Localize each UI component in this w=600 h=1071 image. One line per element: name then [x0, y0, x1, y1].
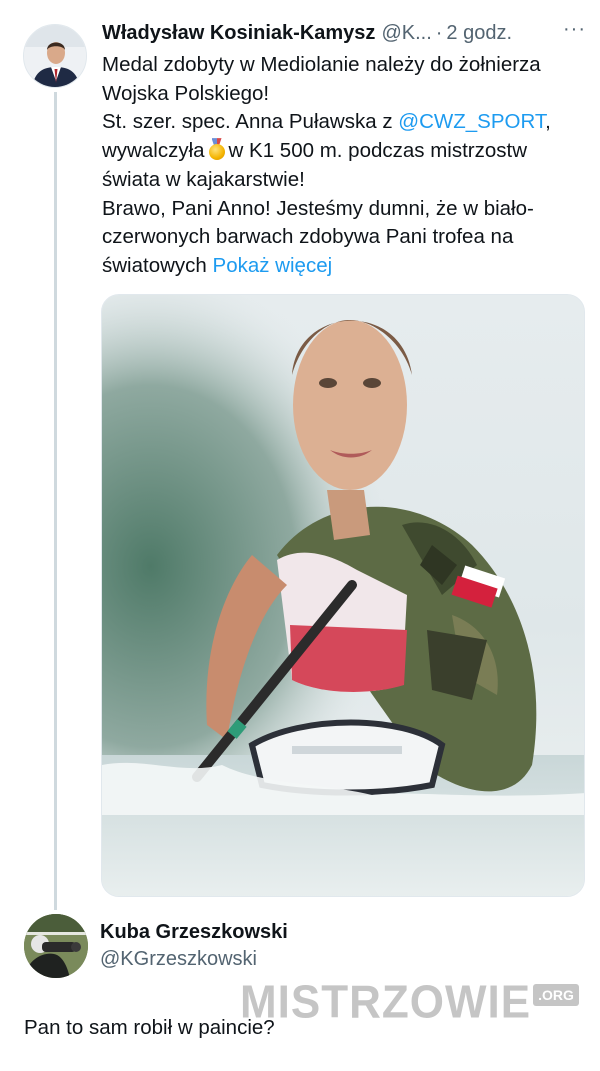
tweet-line-text: światowych [102, 253, 213, 277]
tweet-line: St. szer. spec. Anna Puławska z @CWZ_SPO… [102, 108, 587, 137]
tweet-text: Medal zdobyty w Mediolanie należy do żoł… [102, 51, 587, 281]
tweet-line: Medal zdobyty w Mediolanie należy do żoł… [102, 53, 541, 76]
site-watermark: MISTRZOWIE .ORG [240, 976, 579, 1029]
header-separator: · [435, 22, 443, 44]
mention-link[interactable]: @CWZ_SPORT [398, 110, 545, 133]
tweet-media-image[interactable] [101, 294, 585, 897]
tweet-line-text: wywalczyła [102, 139, 205, 163]
tweet-line: wywalczyła w K1 500 m. podczas mistrzostw [102, 137, 587, 166]
tweet-line-text: , [545, 110, 551, 134]
tweet-line-text: w K1 500 m. podczas mistrzostw [228, 139, 528, 163]
tweet-line: świata w kajakarstwie! [102, 167, 305, 191]
avatar-photographer-icon [24, 914, 88, 978]
avatar-portrait-icon [24, 25, 86, 87]
reply-author-name[interactable]: Kuba Grzeszkowski [100, 921, 288, 944]
tweet-timestamp[interactable]: 2 godz. [446, 22, 512, 45]
tweet-line: światowych Pokaż więcej [102, 252, 587, 281]
show-more-link[interactable]: Pokaż więcej [213, 254, 333, 277]
reply-header: Kuba Grzeszkowski @KGrzeszkowski [100, 921, 288, 971]
tweet-header: Władysław Kosiniak-Kamysz @K... · 2 godz… [102, 18, 592, 45]
gold-medal-icon [208, 138, 226, 161]
author-name[interactable]: Władysław Kosiniak-Kamysz [102, 22, 375, 45]
author-avatar[interactable] [23, 24, 87, 88]
watermark-badge: .ORG [533, 984, 579, 1006]
reply-author-handle[interactable]: @KGrzeszkowski [100, 948, 288, 971]
tweet-line: Brawo, Pani Anno! Jesteśmy dumni, że w b… [102, 196, 534, 220]
kayaker-photo-icon [102, 295, 584, 896]
more-options-icon[interactable]: ··· [563, 18, 586, 41]
watermark-text: MISTRZOWIE [240, 976, 532, 1029]
reply-text: Pan to sam robił w paincie? [24, 1016, 275, 1039]
tweet-line: Wojska Polskiego! [102, 81, 270, 105]
tweet-line-text: St. szer. spec. Anna Puławska z [102, 110, 399, 134]
reply-author-avatar[interactable] [24, 914, 88, 978]
author-handle[interactable]: @K... [381, 22, 431, 45]
tweet-line: czerwonych barwach zdobywa Pani trofea n… [102, 225, 514, 249]
thread-connector-line [54, 92, 57, 910]
